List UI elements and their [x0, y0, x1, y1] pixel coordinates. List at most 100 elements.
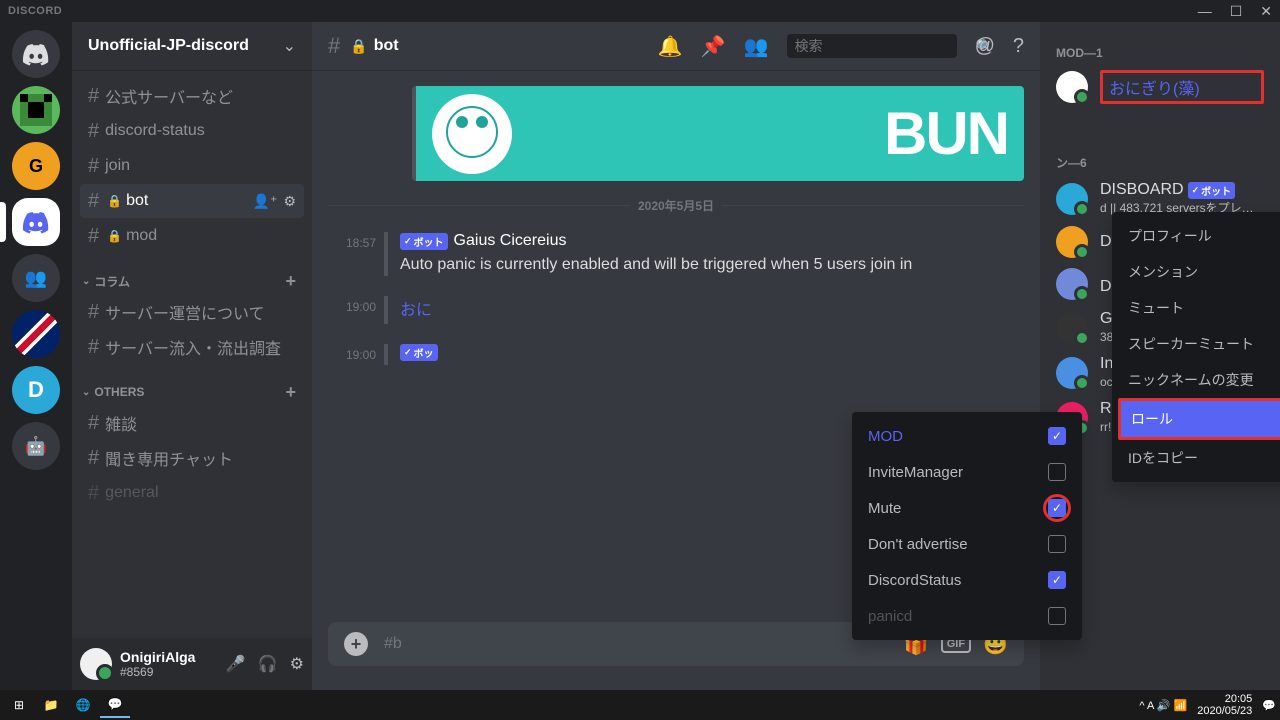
channel-sidebar: Unofficial-JP-discord ⌄ #公式サーバーなど #disco… [72, 22, 312, 690]
hash-icon: # [88, 447, 99, 470]
taskbar-explorer[interactable]: 📁 [36, 692, 66, 718]
channel-item-active[interactable]: #🔒bot👤⁺⚙ [80, 184, 304, 218]
guild-server-2[interactable]: G [12, 142, 60, 190]
search-bar[interactable]: 🔍 [787, 34, 957, 58]
discord-wordmark: DISCORD [8, 5, 62, 17]
pinned-icon[interactable]: 📌 [701, 34, 726, 59]
window-minimize-button[interactable]: — [1198, 3, 1212, 20]
channel-item[interactable]: #サーバー流入・流出調査 [80, 330, 304, 364]
gear-icon[interactable]: ⚙ [283, 193, 296, 210]
channel-item[interactable]: #general [80, 476, 304, 510]
server-name: Unofficial-JP-discord [88, 37, 249, 55]
channel-item[interactable]: #🔒mod [80, 219, 304, 253]
hash-icon: # [88, 412, 99, 435]
member-avatar [1056, 226, 1088, 258]
role-option[interactable]: InviteManager [858, 454, 1076, 490]
checkbox-checked-icon[interactable] [1048, 427, 1066, 445]
channel-item[interactable]: #公式サーバーなど [80, 79, 304, 113]
ctx-copy-id[interactable]: IDをコピー [1118, 440, 1280, 476]
chevron-down-icon: ⌄ [82, 387, 90, 398]
taskbar-discord[interactable]: 💬 [100, 692, 130, 718]
taskbar-date: 2020/05/23 [1197, 705, 1252, 717]
home-button[interactable] [12, 30, 60, 78]
add-channel-icon[interactable]: + [285, 382, 296, 403]
channel-item[interactable]: #サーバー運営について [80, 295, 304, 329]
chevron-down-icon: ⌄ [82, 276, 90, 287]
message-timestamp: 19:00 [328, 344, 384, 365]
mentions-icon[interactable]: @ [975, 35, 995, 58]
channel-item[interactable]: #雑談 [80, 406, 304, 440]
message: 19:00 おに [312, 294, 1040, 326]
ctx-mention[interactable]: メンション [1118, 254, 1280, 290]
message-author[interactable]: おに [400, 296, 432, 320]
mute-icon[interactable]: 🎤 [226, 654, 246, 674]
guild-server-5[interactable]: D [12, 366, 60, 414]
guild-server-6[interactable]: 🤖 [12, 422, 60, 470]
member-category: ン—6 [1048, 138, 1272, 175]
bot-badge: ボット [400, 233, 448, 250]
server-header[interactable]: Unofficial-JP-discord ⌄ [72, 22, 312, 70]
user-panel: OnigiriAlga #8569 🎤 🎧 ⚙ [72, 638, 312, 690]
hash-icon: # [88, 85, 99, 108]
checkbox-icon[interactable] [1048, 463, 1066, 481]
member-mod[interactable]: おにぎり(藻) [1048, 66, 1272, 108]
chat-header: # 🔒 bot 🔔 📌 👥 🔍 @ ? [312, 22, 1040, 70]
guild-server-4[interactable] [12, 310, 60, 358]
window-maximize-button[interactable]: ☐ [1230, 3, 1243, 20]
ctx-profile[interactable]: プロフィール [1118, 218, 1280, 254]
member-name: おにぎり(藻) [1100, 70, 1264, 104]
user-avatar[interactable] [80, 648, 112, 680]
ctx-mute[interactable]: ミュート [1118, 290, 1280, 326]
help-icon[interactable]: ? [1013, 35, 1024, 58]
member-avatar [1056, 357, 1088, 389]
message-timestamp: 18:57 [328, 232, 384, 276]
window-titlebar: DISCORD — ☐ ✕ [0, 0, 1280, 22]
members-icon[interactable]: 👥 [744, 34, 769, 59]
channel-item[interactable]: #discord-status [80, 114, 304, 148]
user-context-menu: プロフィール メンション ミュート スピーカーミュート ニックネームの変更 ロー… [1112, 212, 1280, 482]
role-option[interactable]: Don't advertise [858, 526, 1076, 562]
lock-icon: 🔒 [107, 229, 122, 243]
add-member-icon[interactable]: 👤⁺ [253, 193, 278, 210]
hash-icon: # [88, 301, 99, 324]
notifications-tray-icon[interactable]: 💬 [1262, 699, 1276, 712]
bot-badge: ボット [1188, 182, 1236, 199]
message-author[interactable]: Gaius Cicereius [454, 232, 567, 250]
role-option-mute[interactable]: Mute [858, 490, 1076, 526]
checkbox-icon[interactable] [1048, 607, 1066, 625]
role-option[interactable]: panicd [858, 598, 1076, 634]
settings-icon[interactable]: ⚙ [290, 654, 304, 674]
role-option-mod[interactable]: MOD [858, 418, 1076, 454]
taskbar-time: 20:05 [1197, 693, 1252, 705]
channel-item[interactable]: #join [80, 149, 304, 183]
channel-category[interactable]: ⌄コラム+ [80, 269, 304, 293]
guild-server-active[interactable] [12, 198, 60, 246]
window-close-button[interactable]: ✕ [1260, 3, 1272, 20]
hash-icon: # [88, 336, 99, 359]
deafen-icon[interactable]: 🎧 [258, 654, 278, 674]
bot-badge: ボッ [400, 344, 438, 361]
attach-button[interactable]: + [344, 632, 368, 656]
ctx-nickname[interactable]: ニックネームの変更 [1118, 362, 1280, 398]
message-timestamp: 19:00 [328, 296, 384, 324]
guild-server-1[interactable] [12, 86, 60, 134]
tray-icons[interactable]: ^ A 🔊 📶 [1139, 699, 1187, 712]
search-input[interactable] [795, 38, 976, 54]
checkbox-icon[interactable] [1048, 535, 1066, 553]
role-option[interactable]: DiscordStatus [858, 562, 1076, 598]
start-button[interactable]: ⊞ [4, 692, 34, 718]
guild-server-3[interactable]: 👥 [12, 254, 60, 302]
taskbar-chrome[interactable]: 🌐 [68, 692, 98, 718]
ctx-roles[interactable]: ロール› [1118, 398, 1280, 440]
add-channel-icon[interactable]: + [285, 271, 296, 292]
ctx-speaker-mute[interactable]: スピーカーミュート [1118, 326, 1280, 362]
checkbox-checked-icon[interactable] [1048, 571, 1066, 589]
message-input[interactable]: #b [384, 635, 904, 653]
checkbox-checked-icon[interactable] [1048, 499, 1066, 517]
channel-category[interactable]: ⌄OTHERS+ [80, 380, 304, 404]
guild-list: G 👥 D 🤖 [0, 22, 72, 690]
notifications-icon[interactable]: 🔔 [658, 34, 683, 59]
member-avatar [1056, 312, 1088, 344]
channel-item[interactable]: #聞き専用チャット [80, 441, 304, 475]
banner-bot-avatar [432, 94, 512, 174]
